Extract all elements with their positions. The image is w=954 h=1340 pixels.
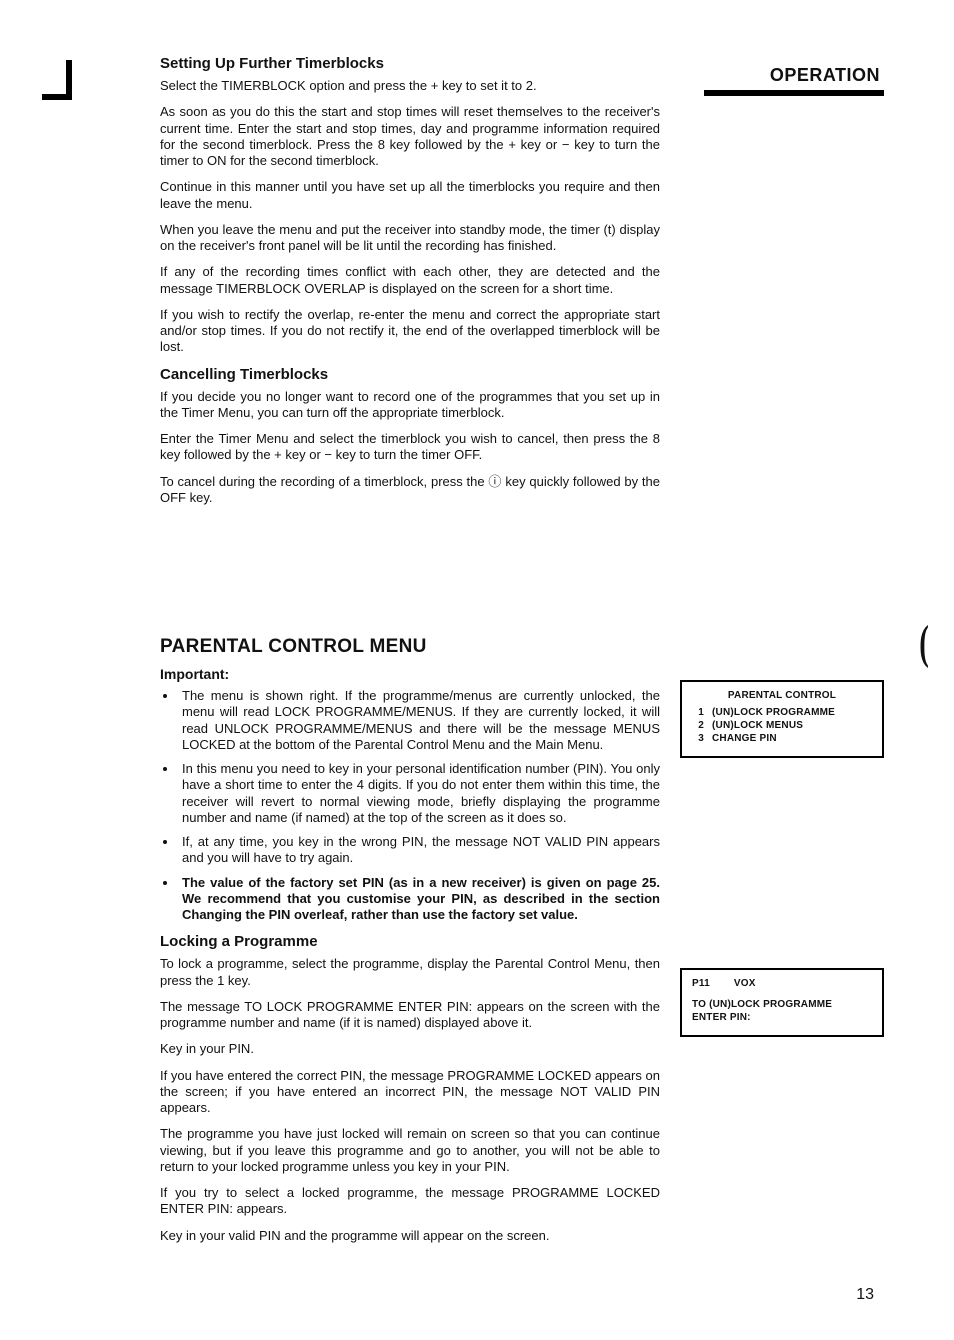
osd-lock-prompt: P11 VOX TO (UN)LOCK PROGRAMME ENTER PIN: xyxy=(680,968,884,1037)
important-bullets: The menu is shown right. If the programm… xyxy=(160,688,660,923)
bullet-item: If, at any time, you key in the wrong PI… xyxy=(178,834,660,867)
bullet-item: The menu is shown right. If the programm… xyxy=(178,688,660,753)
osd-prompt-line: TO (UN)LOCK PROGRAMME xyxy=(692,999,872,1010)
body-text: Continue in this manner until you have s… xyxy=(160,179,660,212)
body-text: Key in your valid PIN and the programme … xyxy=(160,1228,660,1244)
heading-setting-up: Setting Up Further Timerblocks xyxy=(160,55,660,72)
body-text: As soon as you do this the start and sto… xyxy=(160,104,660,169)
osd-item-number: 2 xyxy=(692,720,704,731)
bullet-item: In this menu you need to key in your per… xyxy=(178,761,660,826)
osd-prompt-line: ENTER PIN: xyxy=(692,1012,872,1023)
body-text: When you leave the menu and put the rece… xyxy=(160,222,660,255)
body-text: To lock a programme, select the programm… xyxy=(160,956,660,989)
important-label: Important: xyxy=(160,666,660,682)
body-text: To cancel during the recording of a time… xyxy=(160,474,660,507)
osd-item-text: CHANGE PIN xyxy=(712,733,777,744)
section-header: OPERATION xyxy=(684,65,884,86)
body-text: If you wish to rectify the overlap, re-e… xyxy=(160,307,660,356)
body-column: Setting Up Further Timerblocks Select th… xyxy=(160,55,660,1244)
osd-item-text: (UN)LOCK PROGRAMME xyxy=(712,707,835,718)
osd-menu-item: 2 (UN)LOCK MENUS xyxy=(692,720,872,731)
body-text: The message TO LOCK PROGRAMME ENTER PIN:… xyxy=(160,999,660,1032)
bullet-item-bold: The value of the factory set PIN (as in … xyxy=(178,875,660,924)
body-text: If any of the recording times conflict w… xyxy=(160,264,660,297)
osd-title: PARENTAL CONTROL xyxy=(692,690,872,701)
section-header-underline xyxy=(704,90,884,96)
osd-item-number: 3 xyxy=(692,733,704,744)
osd-item-text: (UN)LOCK MENUS xyxy=(712,720,803,731)
osd-menu-item: 3 CHANGE PIN xyxy=(692,733,872,744)
body-text: Key in your PIN. xyxy=(160,1041,660,1057)
osd-prog-number: P11 xyxy=(692,978,710,989)
manual-page: OPERATION ( Setting Up Further Timerbloc… xyxy=(0,0,954,1340)
osd-item-number: 1 xyxy=(692,707,704,718)
body-text: If you decide you no longer want to reco… xyxy=(160,389,660,422)
body-text: Enter the Timer Menu and select the time… xyxy=(160,431,660,464)
page-tab-mark xyxy=(42,60,72,100)
body-text: The programme you have just locked will … xyxy=(160,1126,660,1175)
osd-parental-control-menu: PARENTAL CONTROL 1 (UN)LOCK PROGRAMME 2 … xyxy=(680,680,884,758)
heading-locking: Locking a Programme xyxy=(160,933,660,950)
body-text: If you try to select a locked programme,… xyxy=(160,1185,660,1218)
heading-parental-control: PARENTAL CONTROL MENU xyxy=(160,636,660,658)
osd-menu-item: 1 (UN)LOCK PROGRAMME xyxy=(692,707,872,718)
heading-cancelling: Cancelling Timerblocks xyxy=(160,366,660,383)
page-number: 13 xyxy=(856,1286,874,1304)
side-header-block: OPERATION xyxy=(684,65,884,96)
body-text: If you have entered the correct PIN, the… xyxy=(160,1068,660,1117)
osd-prog-name: VOX xyxy=(734,978,756,989)
crop-mark-icon: ( xyxy=(919,615,929,670)
body-text: Select the TIMERBLOCK option and press t… xyxy=(160,78,660,94)
